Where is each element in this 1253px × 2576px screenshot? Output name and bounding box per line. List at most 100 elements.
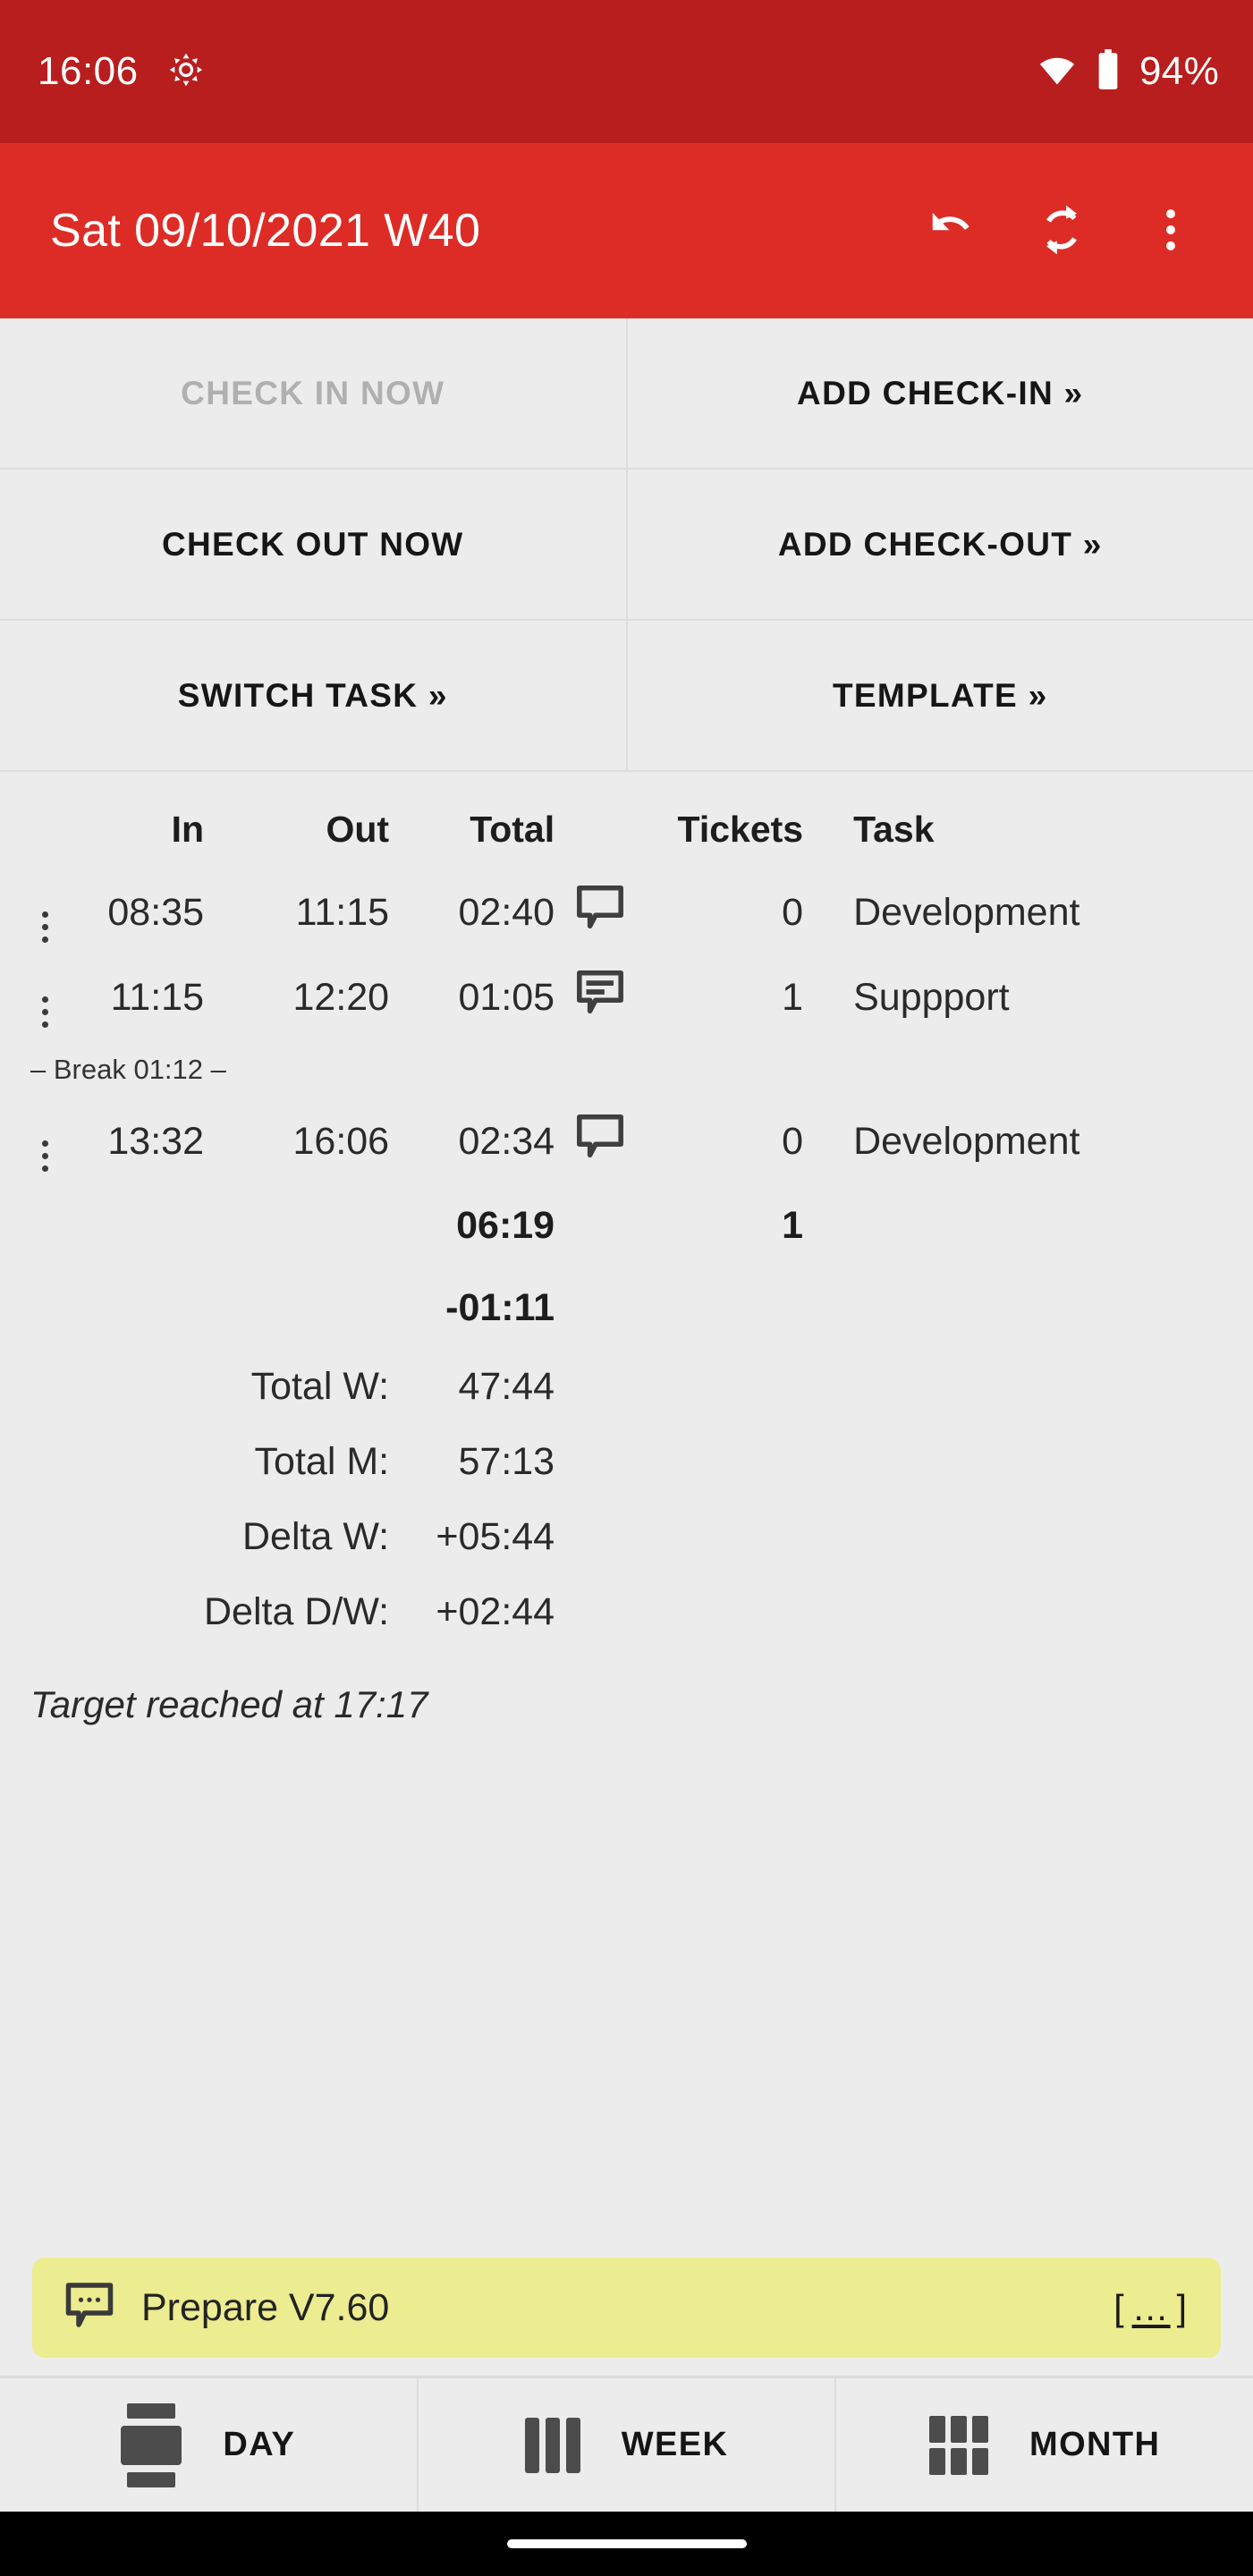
brightness-icon (169, 53, 203, 91)
bracket-close: ] (1176, 2286, 1189, 2328)
tab-day-label: DAY (223, 2426, 296, 2463)
spacer-cell (803, 1424, 1253, 1499)
home-indicator[interactable] (506, 2539, 747, 2548)
row-menu-handle[interactable] (0, 1099, 89, 1184)
add-check-out-button[interactable]: ADD CHECK-OUT » (627, 470, 1253, 619)
spacer-cell (662, 1574, 803, 1649)
row-out-time: 11:15 (295, 891, 390, 934)
page-title: Sat 09/10/2021 W40 (50, 205, 481, 257)
spacer-cell (555, 1424, 662, 1499)
metric-row-total-month: Total M: 57:13 (0, 1424, 1253, 1499)
check-in-now-button[interactable]: CHECK IN NOW (0, 318, 626, 468)
tab-month[interactable]: MONTH (836, 2378, 1253, 2512)
header-handle (0, 788, 89, 870)
row-total-time: 02:40 (458, 891, 555, 934)
metric-row-delta-week: Delta W: +05:44 (0, 1499, 1253, 1574)
comment-empty-icon[interactable] (574, 885, 626, 943)
week-view-icon (524, 2417, 580, 2473)
status-bar-clock: 16:06 (38, 49, 139, 93)
note-expand-link[interactable]: [ … ] (1113, 2287, 1189, 2329)
metric-row-total-week: Total W: 47:44 (0, 1349, 1253, 1424)
metric-label: Delta D/W: (204, 1589, 390, 1633)
row-note-cell[interactable] (555, 870, 662, 955)
spacer-cell (204, 1184, 389, 1267)
metric-label: Total M: (254, 1439, 390, 1483)
row-in-time: 11:15 (110, 976, 204, 1019)
table-header-row: In Out Total Tickets Task (0, 788, 1253, 870)
day-delta-row: -01:11 (0, 1267, 1253, 1349)
note-banner[interactable]: Prepare V7.60 [ … ] (32, 2258, 1221, 2358)
day-delta-value: -01:11 (445, 1285, 555, 1329)
wifi-icon (1037, 50, 1077, 94)
status-bar-right: 94% (1037, 48, 1219, 95)
spacer-cell (803, 1574, 1253, 1649)
row-task-name: Suppport (853, 976, 1010, 1019)
template-button[interactable]: TEMPLATE » (627, 621, 1253, 770)
row-ticket-count: 0 (782, 1120, 804, 1163)
header-tickets: Tickets (677, 808, 804, 850)
spacer-cell (0, 1267, 89, 1349)
spacer-cell (803, 1267, 1253, 1349)
sync-icon (1034, 202, 1089, 260)
switch-task-button[interactable]: SWITCH TASK » (0, 621, 626, 770)
comment-filled-icon[interactable] (574, 970, 626, 1028)
overflow-menu-button[interactable] (1119, 179, 1223, 283)
row-task-name: Development (853, 1120, 1080, 1163)
metric-value: 57:13 (458, 1439, 555, 1483)
spacer-cell (803, 1499, 1253, 1574)
header-note (555, 788, 662, 870)
spacer-cell (555, 1349, 662, 1424)
spacer-cell (0, 1184, 89, 1267)
row-menu-handle[interactable] (0, 955, 89, 1040)
tab-month-label: MONTH (1029, 2426, 1161, 2463)
app-screen: 16:06 94% Sat 09/10/2021 W40 CHECK IN NO… (0, 0, 1253, 2576)
table-row[interactable]: 08:35 11:15 02:40 0 Development (0, 870, 1253, 955)
row-ticket-count: 0 (782, 891, 804, 934)
break-label: – Break 01:12 – (30, 1054, 226, 1085)
undo-button[interactable] (901, 179, 1004, 283)
tab-week[interactable]: WEEK (419, 2378, 837, 2512)
spacer-cell (204, 1267, 389, 1349)
row-note-cell[interactable] (555, 955, 662, 1040)
table-row[interactable]: 11:15 12:20 01:05 1 Suppport (0, 955, 1253, 1040)
row-out-time: 12:20 (292, 976, 390, 1019)
spacer-cell (662, 1499, 803, 1574)
row-in-time: 08:35 (107, 891, 204, 934)
sync-button[interactable] (1010, 179, 1113, 283)
tab-day[interactable]: DAY (0, 2378, 419, 2512)
row-overflow-icon[interactable] (41, 1140, 48, 1172)
row-overflow-icon[interactable] (41, 996, 48, 1028)
spacer-cell (0, 1574, 89, 1649)
status-bar-left: 16:06 (38, 49, 203, 94)
row-in-time: 13:32 (107, 1120, 204, 1163)
month-view-icon (929, 2415, 989, 2475)
app-bar-actions (901, 179, 1223, 283)
day-ticket-total: 1 (782, 1203, 804, 1247)
table-row[interactable]: 13:32 16:06 02:34 0 Development (0, 1099, 1253, 1184)
add-check-in-button[interactable]: ADD CHECK-IN » (627, 318, 1253, 468)
day-entries-panel: In Out Total Tickets Task 08:35 11:15 02… (0, 772, 1253, 2376)
header-total: Total (470, 808, 555, 850)
metric-row-delta-day-week: Delta D/W: +02:44 (0, 1574, 1253, 1649)
row-note-cell[interactable] (555, 1099, 662, 1184)
spacer-cell (803, 1184, 1253, 1267)
day-total-value: 06:19 (456, 1203, 555, 1247)
day-view-icon (121, 2402, 182, 2487)
metric-value: 47:44 (458, 1364, 555, 1408)
target-reached-text: Target reached at 17:17 (30, 1683, 428, 1725)
battery-percentage: 94% (1139, 49, 1219, 93)
check-out-now-button[interactable]: CHECK OUT NOW (0, 470, 626, 619)
metric-value: +02:44 (436, 1589, 555, 1633)
bracket-open: [ (1113, 2286, 1126, 2328)
row-ticket-count: 1 (782, 976, 804, 1019)
spacer-cell (555, 1499, 662, 1574)
row-menu-handle[interactable] (0, 870, 89, 955)
row-total-time: 01:05 (458, 976, 555, 1019)
comment-empty-icon[interactable] (574, 1114, 626, 1172)
spacer-cell (89, 1574, 204, 1649)
spacer-cell (89, 1267, 204, 1349)
action-button-grid: CHECK IN NOW ADD CHECK-IN » CHECK OUT NO… (0, 318, 1253, 772)
row-overflow-icon[interactable] (41, 911, 48, 943)
battery-icon (1096, 48, 1120, 95)
time-entries-table: In Out Total Tickets Task 08:35 11:15 02… (0, 788, 1253, 1649)
